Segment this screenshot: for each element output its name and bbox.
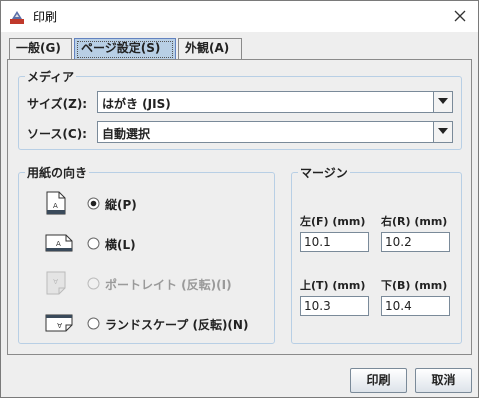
window-title: 印刷 <box>33 10 58 24</box>
left-margin-label: 左(F) (mm) <box>300 215 366 228</box>
chevron-down-icon <box>438 128 448 134</box>
orientation-option-reverse-landscape[interactable]: A ランドスケープ (反転)(N) <box>19 310 274 336</box>
top-margin-label: 上(T) (mm) <box>300 279 366 292</box>
source-value: 自動選択 <box>102 127 151 141</box>
reverse-landscape-icon: A <box>45 314 73 332</box>
svg-text:A: A <box>57 321 62 329</box>
bottom-margin-input[interactable]: 10.4 <box>381 296 450 316</box>
landscape-icon: A <box>45 234 73 252</box>
radio-landscape-label[interactable]: 横(L) <box>105 236 136 253</box>
radio-landscape[interactable] <box>87 237 100 250</box>
portrait-icon: A <box>46 191 66 215</box>
margin-group-title: マージン <box>298 164 350 181</box>
source-select[interactable]: 自動選択 <box>97 121 453 143</box>
svg-text:A: A <box>56 240 61 248</box>
orientation-option-landscape[interactable]: A 横(L) <box>19 230 274 256</box>
tab-appearance[interactable]: 外観(A) <box>178 38 242 59</box>
size-label: サイズ(Z): <box>27 97 88 111</box>
close-icon[interactable] <box>452 8 468 24</box>
right-margin-label: 右(R) (mm) <box>381 215 448 228</box>
radio-portrait[interactable] <box>87 197 100 210</box>
orientation-option-portrait[interactable]: A 縦(P) <box>19 190 274 216</box>
right-margin-input[interactable]: 10.2 <box>381 232 450 252</box>
radio-reverse-portrait <box>87 277 100 290</box>
reverse-portrait-icon: A <box>46 271 66 295</box>
page-setup-panel: メディア サイズ(Z): はがき (JIS) ソース(C): 自動選択 用紙の向… <box>7 59 472 355</box>
radio-reverse-landscape[interactable] <box>87 317 100 330</box>
radio-reverse-portrait-label: ポートレイト (反転)(I) <box>105 278 232 292</box>
size-value: はがき (JIS) <box>102 97 171 111</box>
cancel-button[interactable]: 取消 <box>415 368 472 393</box>
orientation-group: 用紙の向き A 縦(P) A 横(L) A ポートレイト (反転)(I) A ラ… <box>18 164 275 344</box>
svg-text:A: A <box>53 202 58 210</box>
source-dropdown-button[interactable] <box>433 122 452 142</box>
svg-text:A: A <box>53 277 58 285</box>
size-select[interactable]: はがき (JIS) <box>97 91 453 113</box>
radio-reverse-landscape-label[interactable]: ランドスケープ (反転)(N) <box>105 316 248 333</box>
title-bar: 印刷 <box>1 1 478 32</box>
orientation-option-reverse-portrait: A ポートレイト (反転)(I) <box>19 270 274 296</box>
media-group-title: メディア <box>25 68 77 85</box>
print-button[interactable]: 印刷 <box>350 368 407 393</box>
margin-group: マージン 左(F) (mm) 10.1 右(R) (mm) 10.2 上(T) … <box>291 164 462 344</box>
top-margin-input[interactable]: 10.3 <box>300 296 369 316</box>
java-app-icon <box>10 10 24 24</box>
tab-page-setup[interactable]: ページ設定(S) <box>74 38 176 59</box>
chevron-down-icon <box>438 98 448 104</box>
orientation-group-title: 用紙の向き <box>25 164 90 181</box>
radio-portrait-label[interactable]: 縦(P) <box>105 196 137 213</box>
print-dialog: 印刷 一般(G) ページ設定(S) 外観(A) メディア サイズ(Z): はがき… <box>0 0 479 398</box>
media-group: メディア サイズ(Z): はがき (JIS) ソース(C): 自動選択 <box>18 68 462 150</box>
size-dropdown-button[interactable] <box>433 92 452 112</box>
source-label: ソース(C): <box>27 127 87 141</box>
bottom-margin-label: 下(B) (mm) <box>381 279 448 292</box>
tab-general[interactable]: 一般(G) <box>9 38 72 59</box>
left-margin-input[interactable]: 10.1 <box>300 232 369 252</box>
